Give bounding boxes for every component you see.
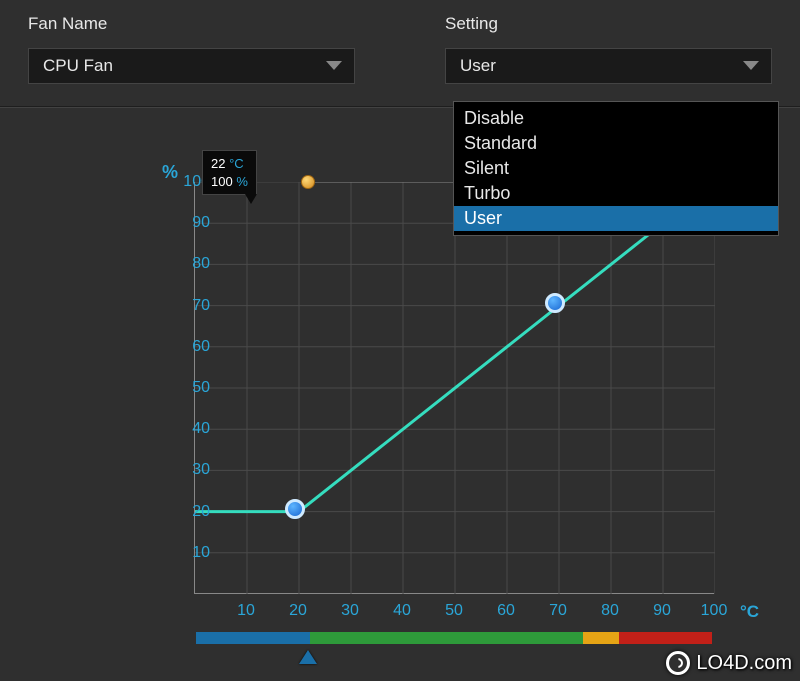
tooltip-pct: 100 <box>211 174 233 189</box>
y-tick: 10 <box>170 544 210 562</box>
plot-area[interactable] <box>194 182 714 594</box>
y-tick: 20 <box>170 503 210 521</box>
x-tick: 10 <box>231 602 261 620</box>
x-tick: 80 <box>595 602 625 620</box>
setting-select[interactable]: User <box>445 48 772 84</box>
setting-dropdown[interactable]: DisableStandardSilentTurboUser <box>453 101 779 236</box>
watermark-text: LO4D.com <box>696 652 792 675</box>
setting-option[interactable]: Turbo <box>454 181 778 206</box>
setting-option[interactable]: Disable <box>454 106 778 131</box>
y-tick: 90 <box>170 214 210 232</box>
fan-curve-chart: % °C 100908070605040302010 1020304050607… <box>140 164 740 664</box>
temperature-marker-icon <box>299 650 317 664</box>
fan-name-value: CPU Fan <box>43 56 113 76</box>
y-tick: 50 <box>170 379 210 397</box>
watermark: LO4D.com <box>666 651 792 675</box>
x-tick: 90 <box>647 602 677 620</box>
x-tick: 60 <box>491 602 521 620</box>
watermark-logo-icon <box>666 651 690 675</box>
tooltip-temp: 22 <box>211 156 225 171</box>
x-tick: 100 <box>699 602 729 620</box>
curve-knob-low[interactable] <box>285 499 305 519</box>
x-tick: 50 <box>439 602 469 620</box>
setting-label: Setting <box>445 14 772 34</box>
chevron-down-icon <box>326 61 342 71</box>
fan-name-label: Fan Name <box>28 14 355 34</box>
x-tick: 20 <box>283 602 313 620</box>
tooltip-pct-unit: % <box>236 174 248 189</box>
fan-name-select[interactable]: CPU Fan <box>28 48 355 84</box>
y-tick: 70 <box>170 297 210 315</box>
y-tick: 30 <box>170 461 210 479</box>
y-tick: 40 <box>170 420 210 438</box>
tooltip-temp-unit: °C <box>229 156 244 171</box>
setting-value: User <box>460 56 496 76</box>
x-tick: 70 <box>543 602 573 620</box>
y-tick: 60 <box>170 338 210 356</box>
temperature-zone-bar <box>196 632 712 644</box>
x-tick: 30 <box>335 602 365 620</box>
curve-knob-high[interactable] <box>545 293 565 313</box>
x-tick: 40 <box>387 602 417 620</box>
setting-option[interactable]: Standard <box>454 131 778 156</box>
current-tooltip: 22 °C 100 % <box>202 150 257 195</box>
setting-option[interactable]: Silent <box>454 156 778 181</box>
x-axis-unit: °C <box>740 602 759 622</box>
y-tick: 80 <box>170 255 210 273</box>
setting-option[interactable]: User <box>454 206 778 231</box>
chevron-down-icon <box>743 61 759 71</box>
